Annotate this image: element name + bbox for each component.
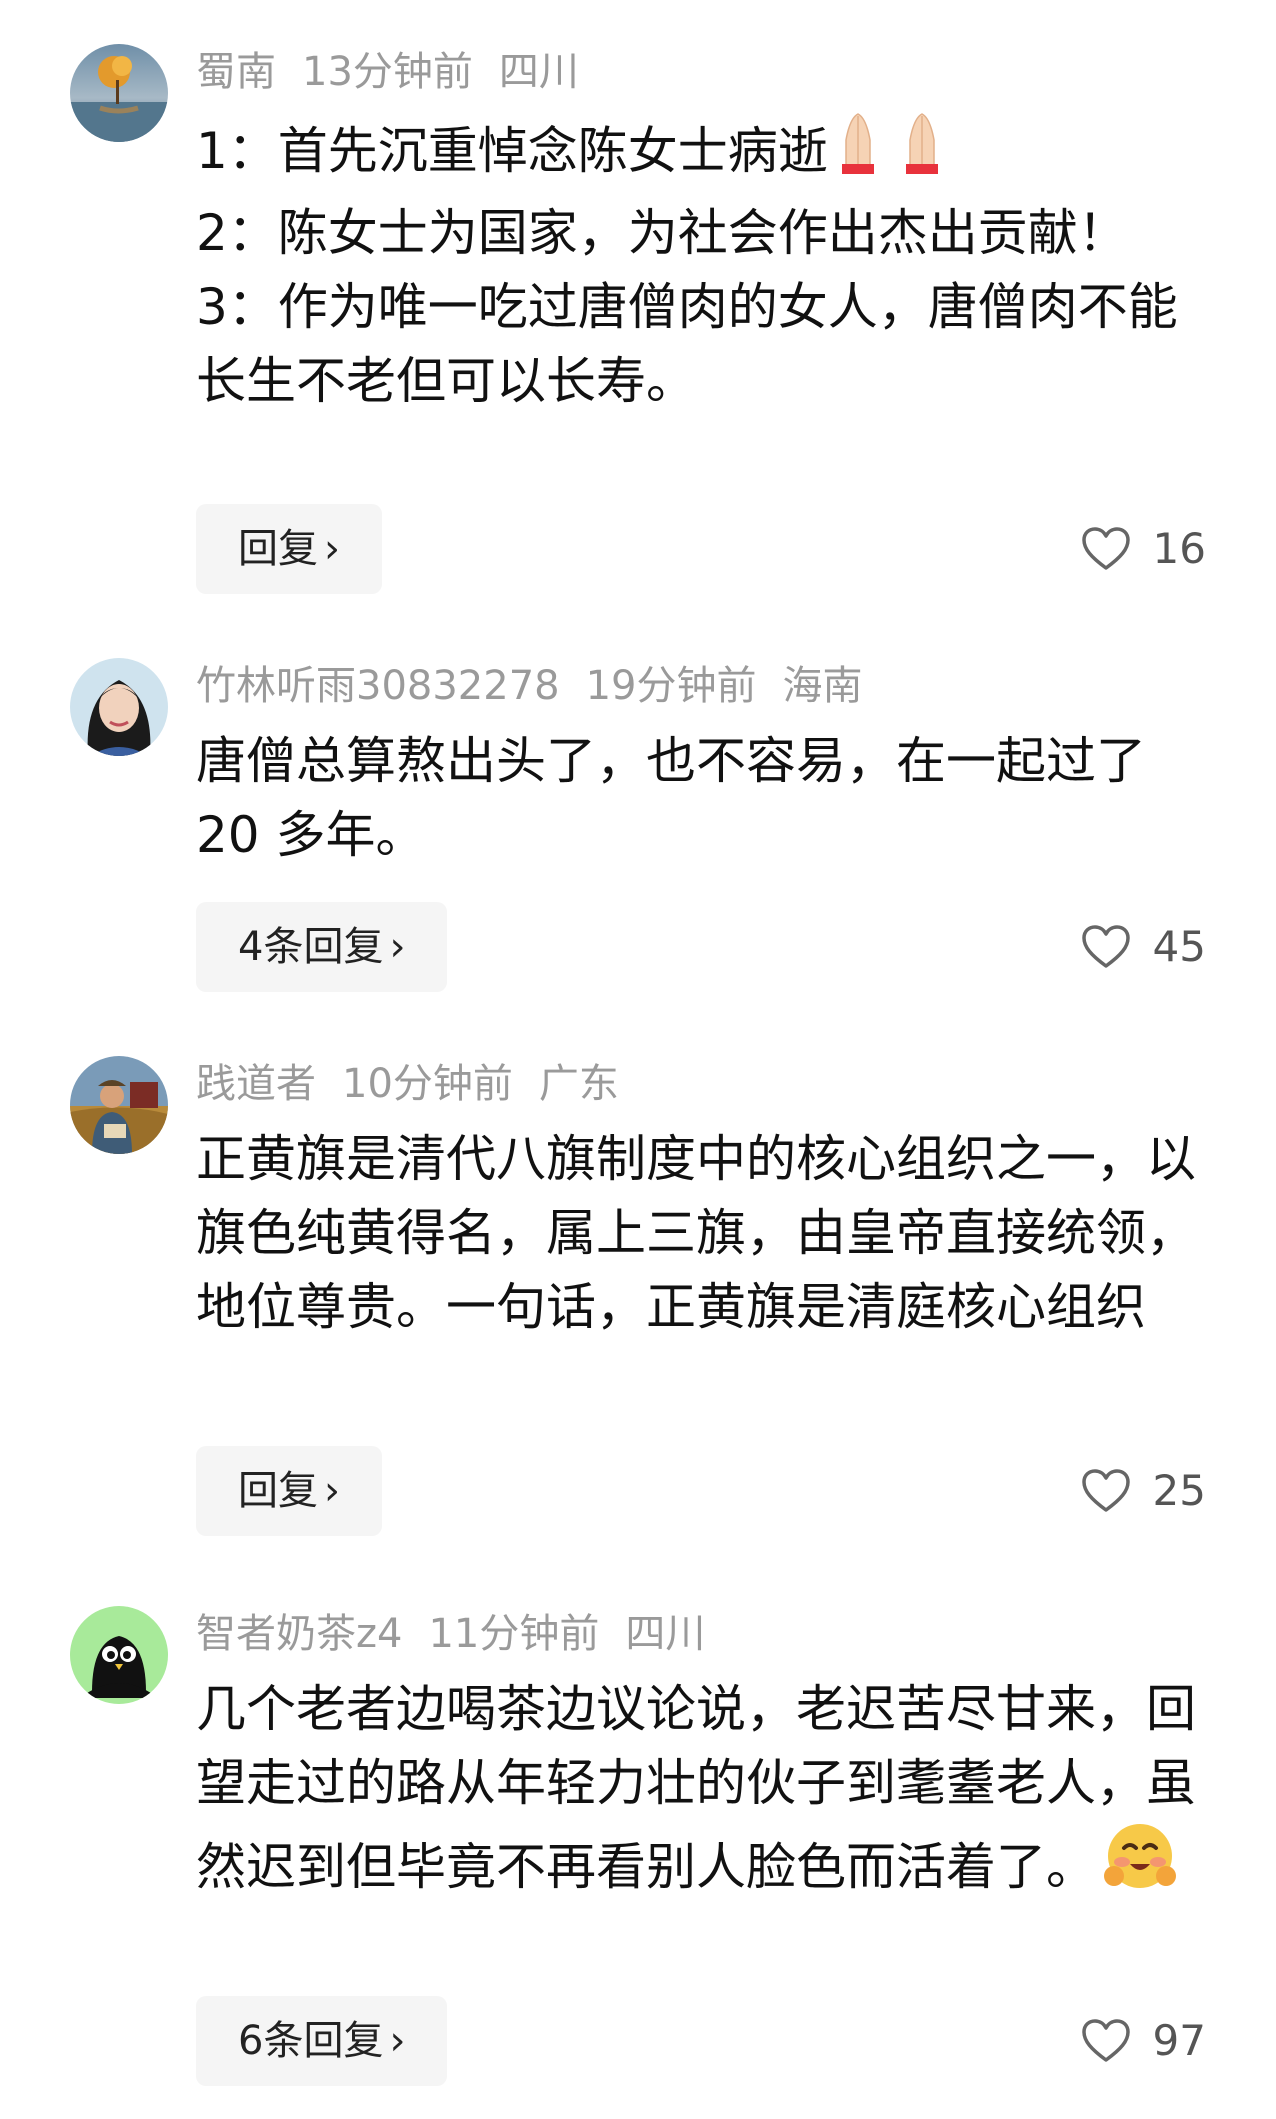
region: 四川: [498, 49, 579, 95]
comment-meta: 蜀南 13分钟前 四川: [196, 44, 605, 100]
comment-line: 几个老者边喝茶边议论说，老迟苦尽甘来，回望走过的路从年轻力壮的伙子到耄耋老人，虽…: [196, 1672, 1216, 1912]
username[interactable]: 践道者: [196, 1061, 316, 1107]
avatar[interactable]: [70, 1056, 168, 1154]
comment-text: 1：首先沉重悼念陈女士病逝 2：陈女士为国家，为社会作出杰出贡献！ 3：作为唯一…: [196, 110, 1216, 418]
chevron-right-icon: ›: [389, 2018, 406, 2064]
chevron-right-icon: ›: [389, 924, 406, 970]
like-button[interactable]: 25: [1081, 1446, 1206, 1536]
region: 海南: [782, 663, 863, 709]
comment-line: 1：首先沉重悼念陈女士病逝: [196, 110, 1216, 196]
like-count: 97: [1152, 2016, 1206, 2065]
comment-line: 3：作为唯一吃过唐僧肉的女人，唐僧肉不能长生不老但可以长寿。: [196, 278, 1178, 410]
region: 四川: [625, 1611, 706, 1657]
comment-text: 唐僧总算熬出头了，也不容易，在一起过了 20 多年。: [196, 724, 1216, 872]
username[interactable]: 竹林听雨30832278: [196, 663, 560, 709]
comment-meta: 践道者 10分钟前 广东: [196, 1056, 645, 1112]
comment-text: 正黄旗是清代八旗制度中的核心组织之一，以旗色纯黄得名，属上三旗，由皇帝直接统领，…: [196, 1122, 1216, 1344]
comment-line: 唐僧总算熬出头了，也不容易，在一起过了 20 多年。: [196, 732, 1146, 864]
heart-icon: [1081, 526, 1130, 570]
comment-meta: 智者奶茶z4 11分钟前 四川: [196, 1606, 731, 1662]
comment-meta: 竹林听雨30832278 19分钟前 海南: [196, 658, 889, 714]
like-count: 45: [1152, 922, 1206, 971]
like-button[interactable]: 45: [1081, 902, 1206, 992]
comment-text: 几个老者边喝茶边议论说，老迟苦尽甘来，回望走过的路从年轻力壮的伙子到耄耋老人，虽…: [196, 1672, 1216, 1912]
reply-button[interactable]: 4条回复 ›: [196, 902, 448, 992]
comment-line: 正黄旗是清代八旗制度中的核心组织之一，以旗色纯黄得名，属上三旗，由皇帝直接统领，…: [196, 1130, 1196, 1336]
heart-icon: [1081, 2018, 1130, 2062]
like-button[interactable]: 16: [1081, 504, 1206, 594]
reply-button[interactable]: 回复 ›: [196, 504, 382, 594]
praying-hands-emoji-icon: [832, 110, 952, 196]
reply-button[interactable]: 6条回复 ›: [196, 1996, 448, 2086]
avatar[interactable]: [70, 658, 168, 756]
chevron-right-icon: ›: [324, 526, 340, 572]
like-count: 16: [1152, 524, 1206, 573]
timestamp: 19分钟前: [585, 663, 757, 709]
timestamp: 11分钟前: [428, 1611, 600, 1657]
like-button[interactable]: 97: [1081, 1996, 1206, 2086]
avatar[interactable]: [70, 1606, 168, 1704]
reply-button[interactable]: 回复 ›: [196, 1446, 382, 1536]
timestamp: 10分钟前: [342, 1061, 513, 1107]
like-count: 25: [1152, 1466, 1206, 1515]
avatar[interactable]: [70, 44, 168, 142]
timestamp: 13分钟前: [302, 49, 473, 95]
hugging-face-emoji-icon: [1100, 1820, 1180, 1912]
heart-icon: [1081, 924, 1130, 968]
username[interactable]: 智者奶茶z4: [196, 1611, 402, 1657]
region: 广东: [538, 1061, 619, 1107]
chevron-right-icon: ›: [324, 1468, 340, 1514]
username[interactable]: 蜀南: [196, 49, 276, 95]
comment-line: 2：陈女士为国家，为社会作出杰出贡献！: [196, 204, 1128, 262]
heart-icon: [1081, 1468, 1130, 1512]
